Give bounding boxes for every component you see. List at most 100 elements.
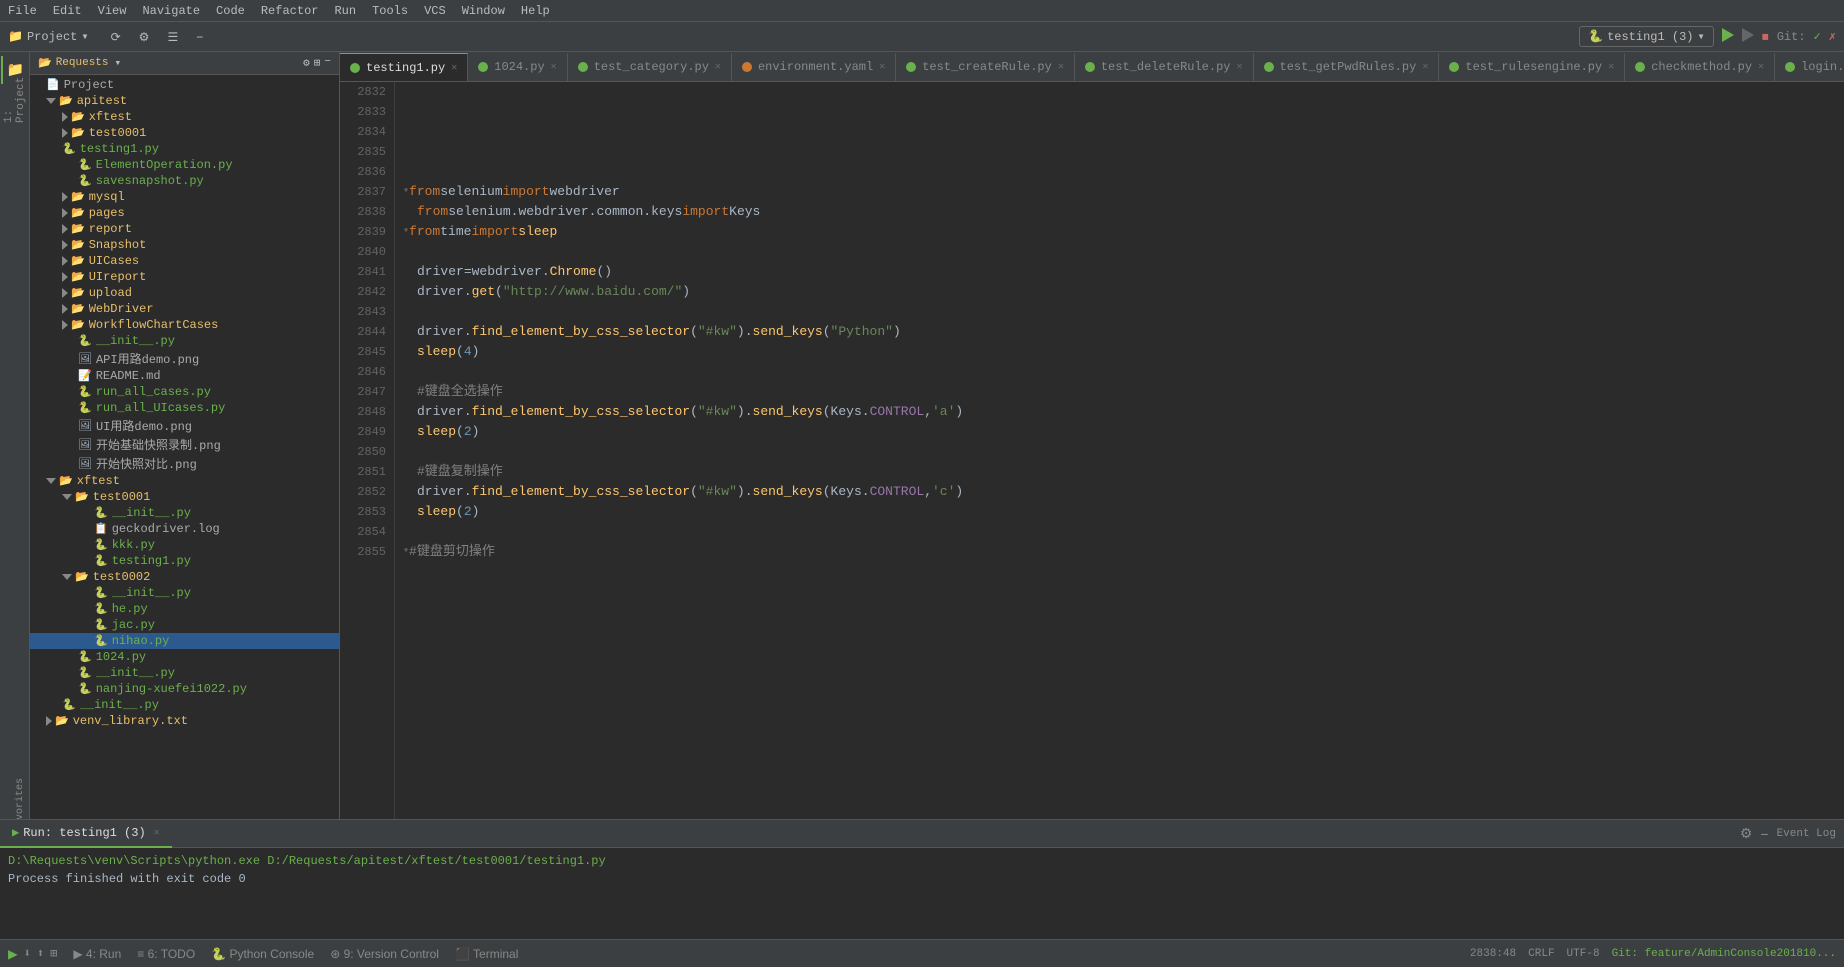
- panel-close-icon[interactable]: −: [324, 56, 331, 70]
- tree-item-19[interactable]: 🐍run_all_cases.py: [30, 384, 339, 400]
- tree-item-7[interactable]: 📂mysql: [30, 189, 339, 205]
- run-step-down-icon[interactable]: ⬇: [24, 946, 31, 961]
- tab-close-6[interactable]: ✕: [1422, 61, 1428, 73]
- tree-item-15[interactable]: 📂WorkflowChartCases: [30, 317, 339, 333]
- tree-item-31[interactable]: 🐍__init__.py: [30, 585, 339, 601]
- tab-close-3[interactable]: ✕: [879, 61, 885, 73]
- tree-item-39[interactable]: 📂venv_library.txt: [30, 713, 339, 729]
- folder-icon-24: 📂: [59, 474, 73, 488]
- sync-btn[interactable]: ⟳: [105, 28, 127, 46]
- tree-item-13[interactable]: 📂upload: [30, 285, 339, 301]
- python-console-btn[interactable]: 🐍 Python Console: [211, 947, 314, 961]
- tree-item-37[interactable]: 🐍nanjing-xuefei1022.py: [30, 681, 339, 697]
- tree-item-32[interactable]: 🐍he.py: [30, 601, 339, 617]
- tree-item-34[interactable]: 🐍nihao.py: [30, 633, 339, 649]
- tree-item-5[interactable]: 🐍ElementOperation.py: [30, 157, 339, 173]
- tree-item-38[interactable]: 🐍__init__.py: [30, 697, 339, 713]
- settings-btn[interactable]: ⚙: [133, 28, 156, 46]
- run-more-icon[interactable]: ⊞: [50, 946, 57, 961]
- tree-item-3[interactable]: 📂test0001: [30, 125, 339, 141]
- tab-close-8[interactable]: ✕: [1758, 61, 1764, 73]
- tree-item-29[interactable]: 🐍testing1.py: [30, 553, 339, 569]
- tree-item-35[interactable]: 🐍1024.py: [30, 649, 339, 665]
- tree-item-30[interactable]: 📂test0002: [30, 569, 339, 585]
- tree-item-27[interactable]: 📋geckodriver.log: [30, 521, 339, 537]
- terminal-btn[interactable]: ⬛ Terminal: [455, 947, 518, 961]
- tree-item-22[interactable]: 🖼开始基础快照录制.png: [30, 435, 339, 454]
- code-content[interactable]: ▾from selenium import webdriverfrom sele…: [395, 82, 1844, 819]
- code-line-2846: [403, 362, 1836, 382]
- tab-test-category-py[interactable]: test_category.py✕: [568, 53, 732, 81]
- tab-close-7[interactable]: ✕: [1608, 61, 1614, 73]
- tree-item-4[interactable]: 🐍testing1.py: [30, 141, 339, 157]
- tree-item-8[interactable]: 📂pages: [30, 205, 339, 221]
- tab-close-1[interactable]: ✕: [551, 61, 557, 73]
- version-control-btn[interactable]: ⊛ 9: Version Control: [330, 947, 439, 961]
- tree-item-25[interactable]: 📂test0001: [30, 489, 339, 505]
- tab-environment-yaml[interactable]: environment.yaml✕: [732, 53, 896, 81]
- tab-checkmethod-py[interactable]: checkmethod.py✕: [1625, 53, 1775, 81]
- tab-close-5[interactable]: ✕: [1236, 61, 1242, 73]
- tree-item-12[interactable]: 📂UIreport: [30, 269, 339, 285]
- run-tab-close[interactable]: ✕: [154, 827, 160, 839]
- tab-1024-py[interactable]: 1024.py✕: [468, 53, 567, 81]
- run-play-action-icon[interactable]: ▶: [8, 944, 18, 964]
- tab-login-py[interactable]: login.py✕: [1775, 53, 1844, 81]
- activity-structure[interactable]: 1: Project: [1, 86, 29, 114]
- tab-test-deleteRule-py[interactable]: test_deleteRule.py✕: [1075, 53, 1254, 81]
- tree-item-21[interactable]: 🖼UI用路demo.png: [30, 416, 339, 435]
- tab-test-rulesengine-py[interactable]: test_rulesengine.py✕: [1439, 53, 1625, 81]
- tree-item-18[interactable]: 📝README.md: [30, 368, 339, 384]
- tree-item-16[interactable]: 🐍__init__.py: [30, 333, 339, 349]
- run-action-btn[interactable]: ▶ 4: Run: [73, 947, 121, 961]
- bottom-settings-btn[interactable]: ⚙: [1740, 825, 1753, 842]
- menu-run[interactable]: Run: [334, 4, 356, 18]
- menu-navigate[interactable]: Navigate: [142, 4, 200, 18]
- tab-testing1-py[interactable]: testing1.py✕: [340, 53, 468, 81]
- tree-item-26[interactable]: 🐍__init__.py: [30, 505, 339, 521]
- layout-btn[interactable]: ☰: [161, 28, 184, 46]
- tree-item-2[interactable]: 📂xftest: [30, 109, 339, 125]
- close-panel-btn[interactable]: −: [190, 28, 209, 46]
- menu-help[interactable]: Help: [521, 4, 550, 18]
- debug-button[interactable]: [1742, 28, 1754, 45]
- tree-item-10[interactable]: 📂Snapshot: [30, 237, 339, 253]
- tree-item-33[interactable]: 🐍jac.py: [30, 617, 339, 633]
- menu-tools[interactable]: Tools: [372, 4, 408, 18]
- tree-item-9[interactable]: 📂report: [30, 221, 339, 237]
- tab-close-0[interactable]: ✕: [451, 62, 457, 74]
- menu-file[interactable]: File: [8, 4, 37, 18]
- tree-item-0[interactable]: 📄Project: [30, 77, 339, 93]
- tree-item-6[interactable]: 🐍savesnapshot.py: [30, 173, 339, 189]
- panel-layout-icon[interactable]: ⊞: [314, 56, 321, 70]
- todo-btn[interactable]: ≡ 6: TODO: [137, 947, 195, 961]
- tree-item-28[interactable]: 🐍kkk.py: [30, 537, 339, 553]
- panel-settings-icon[interactable]: ⚙: [303, 56, 310, 70]
- menu-view[interactable]: View: [98, 4, 127, 18]
- bottom-minus-btn[interactable]: −: [1760, 826, 1768, 842]
- run-tab[interactable]: ▶ Run: testing1 (3) ✕: [0, 820, 172, 848]
- tree-item-11[interactable]: 📂UICases: [30, 253, 339, 269]
- menu-vcs[interactable]: VCS: [424, 4, 446, 18]
- tree-item-20[interactable]: 🐍run_all_UIcases.py: [30, 400, 339, 416]
- tab-close-2[interactable]: ✕: [715, 61, 721, 73]
- tree-item-23[interactable]: 🖼开始快照对比.png: [30, 454, 339, 473]
- tree-item-1[interactable]: 📂apitest: [30, 93, 339, 109]
- menu-window[interactable]: Window: [462, 4, 505, 18]
- stop-button[interactable]: ⏹: [1762, 28, 1769, 45]
- run-step-up-icon[interactable]: ⬆: [37, 946, 44, 961]
- tree-item-36[interactable]: 🐍__init__.py: [30, 665, 339, 681]
- menu-edit[interactable]: Edit: [53, 4, 82, 18]
- panel-dropdown[interactable]: ▾: [115, 56, 122, 70]
- tree-item-14[interactable]: 📂WebDriver: [30, 301, 339, 317]
- menu-code[interactable]: Code: [216, 4, 245, 18]
- tab-test-createRule-py[interactable]: test_createRule.py✕: [896, 53, 1075, 81]
- menu-refactor[interactable]: Refactor: [261, 4, 319, 18]
- run-button[interactable]: [1722, 28, 1734, 45]
- tree-item-24[interactable]: 📂xftest: [30, 473, 339, 489]
- tab-close-4[interactable]: ✕: [1058, 61, 1064, 73]
- tree-item-17[interactable]: 🖼API用路demo.png: [30, 349, 339, 368]
- activity-favorites[interactable]: 2: Favorites: [1, 791, 29, 819]
- tab-test-getPwdRules-py[interactable]: test_getPwdRules.py✕: [1254, 53, 1440, 81]
- line-num-2836: 2836: [344, 162, 386, 182]
